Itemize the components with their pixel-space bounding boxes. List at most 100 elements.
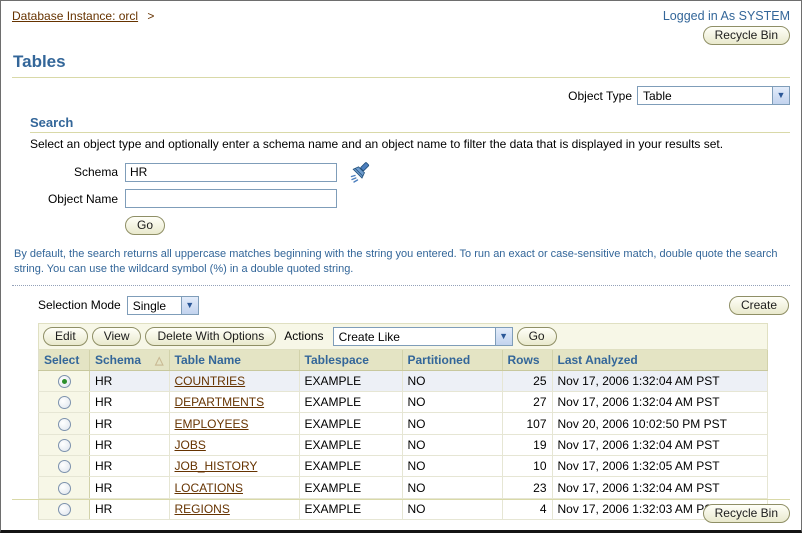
- tablespace-cell: EXAMPLE: [299, 456, 402, 477]
- last-analyzed-cell: Nov 17, 2006 1:32:04 AM PST: [552, 392, 768, 413]
- recycle-bin-button-top[interactable]: Recycle Bin: [703, 26, 790, 45]
- table-name-cell: LOCATIONS: [169, 477, 299, 498]
- schema-cell: HR: [90, 370, 170, 391]
- footer-rule: [12, 499, 790, 500]
- search-go-button[interactable]: Go: [125, 216, 165, 235]
- tablespace-cell: EXAMPLE: [299, 413, 402, 434]
- schema-row: Schema: [30, 160, 790, 184]
- results-tbody: HRCOUNTRIESEXAMPLENO25Nov 17, 2006 1:32:…: [39, 370, 768, 519]
- table-row: HR DEPARTMENTS EXAMPLENO27Nov 17, 2006 1:3…: [39, 392, 768, 413]
- table-name-cell: COUNTRIES: [169, 370, 299, 391]
- table-row: HR EMPLOYEES EXAMPLENO107Nov 20, 2006 10:0…: [39, 413, 768, 434]
- object-type-row: Object Type Table ▼: [12, 86, 790, 105]
- chevron-down-icon: ▼: [495, 328, 512, 345]
- row-select-radio[interactable]: [58, 418, 71, 431]
- schema-cell: HR: [90, 477, 170, 498]
- selection-mode-select[interactable]: Single ▼: [127, 296, 199, 315]
- header-rows[interactable]: Rows: [502, 350, 552, 371]
- search-description: Select an object type and optionally ent…: [30, 137, 790, 151]
- row-select-radio[interactable]: [58, 482, 71, 495]
- partitioned-cell: NO: [402, 434, 502, 455]
- selection-mode-row: Selection Mode Single ▼ Create: [38, 296, 789, 315]
- rows-cell: 23: [502, 477, 552, 498]
- breadcrumb: Database Instance: orcl >: [12, 9, 154, 23]
- search-hint: By default, the search returns all upper…: [14, 247, 788, 278]
- schema-cell: HR: [90, 413, 170, 434]
- recycle-bin-button-bottom[interactable]: Recycle Bin: [703, 504, 790, 523]
- schema-label: Schema: [30, 165, 118, 179]
- chevron-down-icon: ▼: [772, 87, 789, 104]
- header-partitioned[interactable]: Partitioned: [402, 350, 502, 371]
- partitioned-cell: NO: [402, 392, 502, 413]
- table-name-link[interactable]: JOB_HISTORY: [175, 459, 258, 473]
- table-row: HR JOB_HISTORY EXAMPLENO10Nov 17, 2006 1:3…: [39, 456, 768, 477]
- last-analyzed-cell: Nov 17, 2006 1:32:04 AM PST: [552, 434, 768, 455]
- header-table-name[interactable]: Table Name: [169, 350, 299, 371]
- search-title: Search: [30, 115, 790, 130]
- tablespace-cell: EXAMPLE: [299, 392, 402, 413]
- footer: Recycle Bin: [12, 499, 790, 523]
- last-analyzed-cell: Nov 17, 2006 1:32:05 AM PST: [552, 456, 768, 477]
- header-last-analyzed[interactable]: Last Analyzed: [552, 350, 768, 371]
- selection-mode-value: Single: [128, 297, 181, 314]
- table-name-cell: JOB_HISTORY: [169, 456, 299, 477]
- rows-cell: 10: [502, 456, 552, 477]
- object-type-label: Object Type: [568, 89, 632, 103]
- header-schema[interactable]: Schema△: [90, 350, 170, 371]
- object-type-select[interactable]: Table ▼: [637, 86, 790, 105]
- breadcrumb-link-database-instance[interactable]: Database Instance: orcl: [12, 9, 138, 23]
- partitioned-cell: NO: [402, 413, 502, 434]
- select-cell: [39, 477, 90, 498]
- table-row: HRCOUNTRIESEXAMPLENO25Nov 17, 2006 1:32:…: [39, 370, 768, 391]
- table-name-link[interactable]: DEPARTMENTS: [175, 395, 265, 409]
- page-title: Tables: [13, 52, 790, 72]
- select-cell: [39, 392, 90, 413]
- header-tablespace[interactable]: Tablespace: [299, 350, 402, 371]
- partitioned-cell: NO: [402, 370, 502, 391]
- rows-cell: 27: [502, 392, 552, 413]
- table-row: HRJOBSEXAMPLENO19Nov 17, 2006 1:32:04 AM…: [39, 434, 768, 455]
- table-name-cell: DEPARTMENTS: [169, 392, 299, 413]
- delete-with-options-button[interactable]: Delete With Options: [145, 327, 276, 346]
- logged-in-as: Logged in As SYSTEM: [663, 9, 790, 23]
- object-name-label: Object Name: [30, 192, 118, 206]
- select-cell: [39, 434, 90, 455]
- flashlight-search-icon[interactable]: [349, 160, 373, 184]
- actions-go-button[interactable]: Go: [517, 327, 557, 346]
- row-select-radio[interactable]: [58, 460, 71, 473]
- dotted-separator: [12, 285, 790, 286]
- table-name-cell: JOBS: [169, 434, 299, 455]
- last-analyzed-cell: Nov 20, 2006 10:02:50 PM PST: [552, 413, 768, 434]
- select-cell: [39, 370, 90, 391]
- title-rule: [12, 77, 790, 78]
- chevron-down-icon: ▼: [181, 297, 198, 314]
- table-name-link[interactable]: JOBS: [175, 438, 206, 452]
- object-name-row: Object Name: [30, 189, 790, 208]
- table-name-link[interactable]: LOCATIONS: [175, 481, 243, 495]
- table-name-link[interactable]: COUNTRIES: [175, 374, 246, 388]
- search-section: Search Select an object type and optiona…: [30, 115, 790, 235]
- create-button[interactable]: Create: [729, 296, 789, 315]
- top-bar: Database Instance: orcl > Logged in As S…: [12, 9, 790, 23]
- partitioned-cell: NO: [402, 456, 502, 477]
- rows-cell: 25: [502, 370, 552, 391]
- breadcrumb-separator: >: [147, 9, 154, 23]
- search-go-row: Go: [125, 216, 790, 235]
- schema-input[interactable]: [125, 163, 337, 182]
- actions-select[interactable]: Create Like ▼: [333, 327, 513, 346]
- select-cell: [39, 456, 90, 477]
- header-select: Select: [39, 350, 90, 371]
- table-header-row: Select Schema△ Table Name Tablespace Par…: [39, 350, 768, 371]
- rows-cell: 107: [502, 413, 552, 434]
- table-name-link[interactable]: EMPLOYEES: [175, 417, 249, 431]
- view-button[interactable]: View: [92, 327, 142, 346]
- schema-cell: HR: [90, 392, 170, 413]
- row-select-radio[interactable]: [58, 396, 71, 409]
- selection-mode-label: Selection Mode: [38, 298, 121, 312]
- schema-cell: HR: [90, 456, 170, 477]
- edit-button[interactable]: Edit: [43, 327, 88, 346]
- rows-cell: 19: [502, 434, 552, 455]
- object-name-input[interactable]: [125, 189, 337, 208]
- row-select-radio[interactable]: [58, 439, 71, 452]
- row-select-radio[interactable]: [58, 375, 71, 388]
